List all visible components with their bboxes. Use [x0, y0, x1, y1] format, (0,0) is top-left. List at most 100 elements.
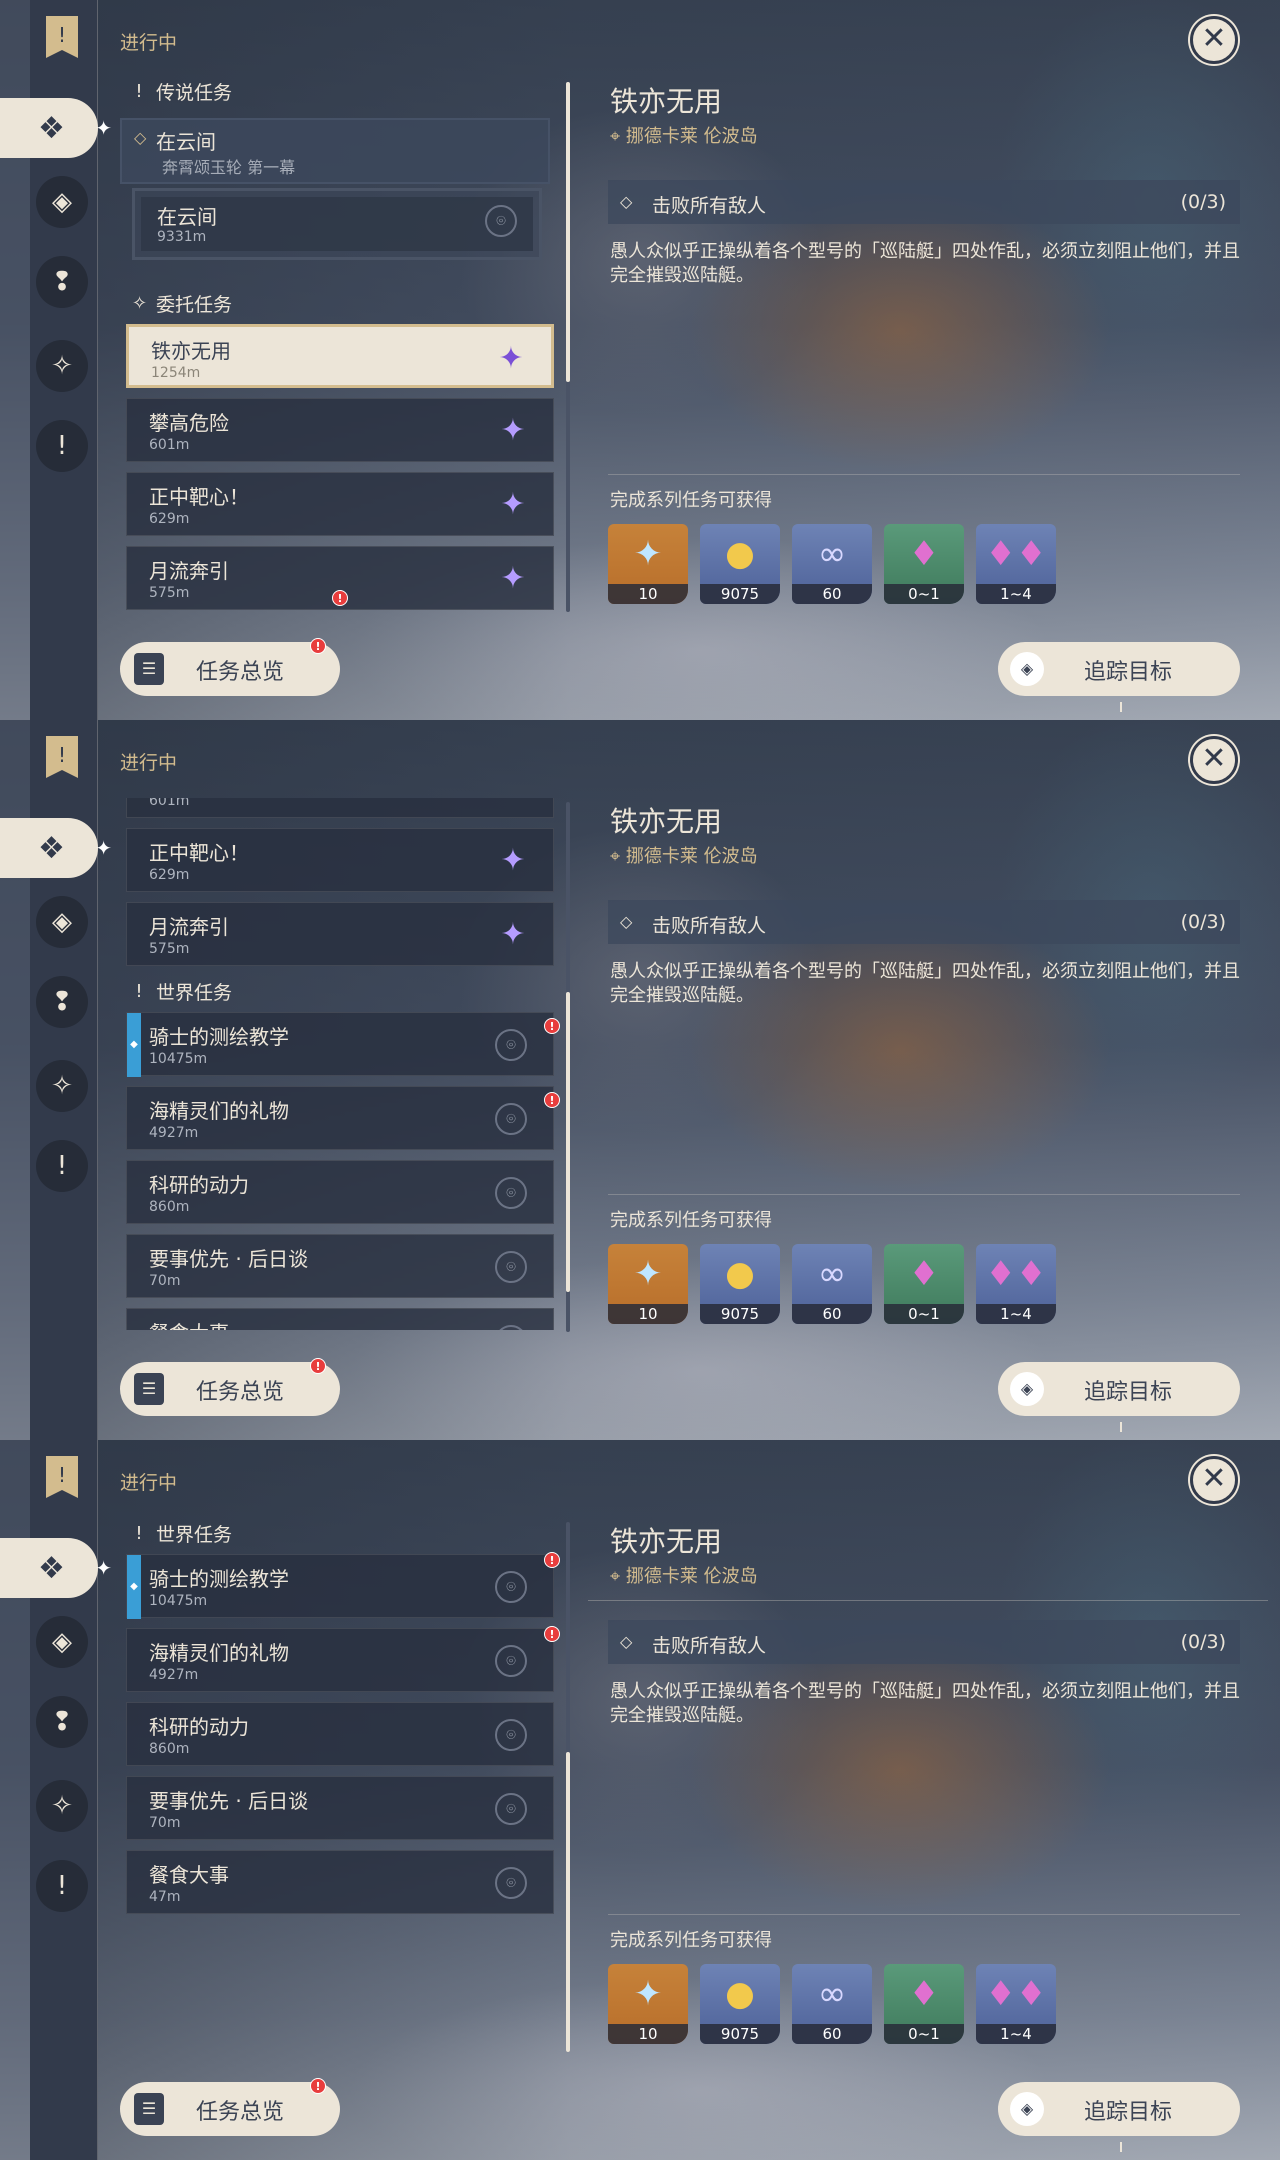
reward-adventure-exp[interactable]: ∞ 60: [792, 1964, 872, 2044]
reward-crystal-small[interactable]: ♦ 0~1: [884, 524, 964, 604]
world-quest-tab-icon[interactable]: !: [36, 1140, 88, 1192]
quest-location: ⌖ 挪德卡莱 伦波岛: [610, 846, 758, 867]
reward-primogem[interactable]: ✦ 10: [608, 1244, 688, 1324]
location-pin-icon: ⌖: [610, 846, 626, 867]
all-quests-tab[interactable]: ❖ ✦: [0, 1538, 112, 1598]
divider: [608, 1194, 1240, 1195]
quest-list[interactable]: ! 世界任务 ◆ 骑士的测绘教学 10475m ⌾ 海精灵们的礼物 4927m ⌾…: [118, 1518, 564, 2050]
scrollbar-thumb[interactable]: [566, 82, 570, 382]
quest-book-icon[interactable]: !: [44, 734, 80, 780]
world-quest-card[interactable]: ◆ 骑士的测绘教学 10475m ⌾: [126, 1554, 554, 1619]
legend-quest-desc: 奔霄颂玉轮 第一幕: [162, 158, 296, 177]
quest-overview-button[interactable]: ☰ 任务总览 !: [120, 638, 340, 696]
reward-crystal-large[interactable]: ♦♦ 1~4: [976, 524, 1056, 604]
scrollbar[interactable]: [566, 802, 570, 1332]
quest-book-icon[interactable]: !: [44, 1454, 80, 1500]
world-quest-tab-icon[interactable]: !: [36, 1860, 88, 1912]
quest-screen-1: ! ◈ ❢ ✧ ! ❖ ✦ 进行中 ✕ ! 传说任务 ◇ 在云间 奔霄颂玉轮 第一幕…: [0, 0, 1280, 720]
rewards-row: ✦ 10 ● 9075 ∞ 60 ♦ 0~1 ♦♦ 1~4: [608, 1964, 1056, 2044]
commission-tab-icon[interactable]: ✧: [36, 1780, 88, 1832]
map-pin-icon[interactable]: ⌾: [495, 1645, 527, 1677]
reward-adventure-exp[interactable]: ∞ 60: [792, 524, 872, 604]
world-quest-card[interactable]: 科研的动力 860m ⌾: [126, 1702, 554, 1766]
map-pin-icon[interactable]: ⌾: [495, 1325, 527, 1330]
world-quest-card[interactable]: 要事优先 · 后日谈 70m ⌾: [126, 1234, 554, 1298]
reward-primogem[interactable]: ✦ 10: [608, 524, 688, 604]
scrollbar-thumb[interactable]: [566, 992, 570, 1292]
objective-diamond-icon: ◇: [620, 192, 633, 211]
in-progress-label: 进行中: [120, 32, 178, 54]
story-quest-tab-icon[interactable]: ❢: [36, 256, 88, 308]
commission-card-selected[interactable]: ▶ 铁亦无用 1254m ✦: [126, 324, 554, 388]
world-quest-tab-icon[interactable]: !: [36, 420, 88, 472]
reward-crystal-small[interactable]: ♦ 0~1: [884, 1244, 964, 1324]
archon-quest-tab-icon[interactable]: ◈: [36, 1616, 88, 1668]
commission-card[interactable]: 正中靶心！ 629m ✦: [126, 472, 554, 536]
crystal-small-icon: ♦: [908, 1254, 940, 1294]
story-quest-tab-icon[interactable]: ❢: [36, 976, 88, 1028]
legend-subquest-card[interactable]: 在云间 9331m ⌾: [132, 188, 542, 260]
world-quest-card[interactable]: ◆ 骑士的测绘教学 10475m ⌾: [126, 1012, 554, 1077]
commission-card[interactable]: 正中靶心！ 629m ✦: [126, 828, 554, 892]
quest-location: ⌖ 挪德卡莱 伦波岛: [610, 1566, 758, 1587]
world-quest-card[interactable]: 海精灵们的礼物 4927m ⌾: [126, 1086, 554, 1150]
map-pin-icon[interactable]: ⌾: [495, 1177, 527, 1209]
svg-text:!: !: [58, 23, 66, 47]
alert-badge: !: [310, 1358, 326, 1374]
commission-card[interactable]: 月流奔引 575m ✦: [126, 902, 554, 966]
reward-crystal-large[interactable]: ♦♦ 1~4: [976, 1964, 1056, 2044]
scrollbar-thumb[interactable]: [566, 1752, 570, 2052]
world-quest-card[interactable]: 科研的动力 860m ⌾: [126, 1160, 554, 1224]
alert-badge: !: [544, 1552, 560, 1568]
quest-detail: 铁亦无用 ⌖ 挪德卡莱 伦波岛 ◇ 击败所有敌人 (0/3) 愚人众似乎正操纵着…: [588, 1440, 1268, 2160]
reward-mora[interactable]: ● 9075: [700, 524, 780, 604]
world-quest-card[interactable]: 餐食大事 47m ⌾: [126, 1850, 554, 1914]
map-pin-icon[interactable]: ⌾: [495, 1251, 527, 1283]
commission-tab-icon[interactable]: ✧: [36, 340, 88, 392]
alert-badge: !: [332, 590, 348, 606]
map-pin-icon[interactable]: ⌾: [495, 1029, 527, 1061]
quest-list[interactable]: ! 传说任务 ◇ 在云间 奔霄颂玉轮 第一幕 在云间 9331m ⌾ ✧ 委托任务 …: [118, 78, 564, 610]
quest-overview-button[interactable]: ☰ 任务总览 !: [120, 1358, 340, 1416]
commission-card[interactable]: 攀高危险 601m ✦: [126, 798, 554, 818]
commission-tab-icon[interactable]: ✧: [36, 1060, 88, 1112]
all-quests-tab[interactable]: ❖ ✦: [0, 98, 112, 158]
map-pin-icon[interactable]: ⌾: [495, 1719, 527, 1751]
quest-book-icon[interactable]: !: [44, 14, 80, 60]
alert-badge: !: [544, 1626, 560, 1642]
quest-overview-button[interactable]: ☰ 任务总览 !: [120, 2078, 340, 2136]
reward-primogem[interactable]: ✦ 10: [608, 1964, 688, 2044]
world-quest-card[interactable]: 海精灵们的礼物 4927m ⌾: [126, 1628, 554, 1692]
legend-quest-card[interactable]: ◇ 在云间 奔霄颂玉轮 第一幕: [120, 118, 550, 184]
primogem-icon: ✦: [633, 534, 663, 574]
map-pin-icon[interactable]: ⌾: [495, 1793, 527, 1825]
reward-adventure-exp[interactable]: ∞ 60: [792, 1244, 872, 1324]
commission-star-icon: ✦: [500, 843, 526, 878]
mora-icon: ●: [725, 1974, 755, 2014]
all-quests-icon: ❖: [38, 110, 65, 146]
reward-crystal-large[interactable]: ♦♦ 1~4: [976, 1244, 1056, 1324]
adventure-exp-icon: ∞: [817, 534, 847, 574]
map-pin-icon[interactable]: ⌾: [495, 1867, 527, 1899]
scrollbar[interactable]: [566, 1522, 570, 2052]
commission-card[interactable]: 攀高危险 601m ✦: [126, 398, 554, 462]
location-pin-icon: ⌖: [610, 126, 626, 147]
archon-quest-tab-icon[interactable]: ◈: [36, 176, 88, 228]
map-pin-icon[interactable]: ⌾: [495, 1571, 527, 1603]
archon-quest-tab-icon[interactable]: ◈: [36, 896, 88, 948]
commission-star-icon: ✦: [500, 413, 526, 448]
scrollbar[interactable]: [566, 82, 570, 612]
exclaim-icon: !: [135, 1523, 143, 1544]
all-quests-tab[interactable]: ❖ ✦: [0, 818, 112, 878]
story-quest-tab-icon[interactable]: ❢: [36, 1696, 88, 1748]
map-pin-icon[interactable]: ⌾: [485, 205, 517, 237]
title-divider: [588, 1600, 1268, 1601]
world-quest-card[interactable]: 要事优先 · 后日谈 70m ⌾: [126, 1776, 554, 1840]
reward-mora[interactable]: ● 9075: [700, 1964, 780, 2044]
subquest-name: 在云间: [157, 205, 217, 229]
reward-crystal-small[interactable]: ♦ 0~1: [884, 1964, 964, 2044]
map-pin-icon[interactable]: ⌾: [495, 1103, 527, 1135]
quest-list[interactable]: 攀高危险 601m ✦ 正中靶心！ 629m ✦ 月流奔引 575m ✦ !世界…: [118, 798, 564, 1330]
world-quest-card[interactable]: 餐食大事 47m ⌾: [126, 1308, 554, 1330]
reward-mora[interactable]: ● 9075: [700, 1244, 780, 1324]
